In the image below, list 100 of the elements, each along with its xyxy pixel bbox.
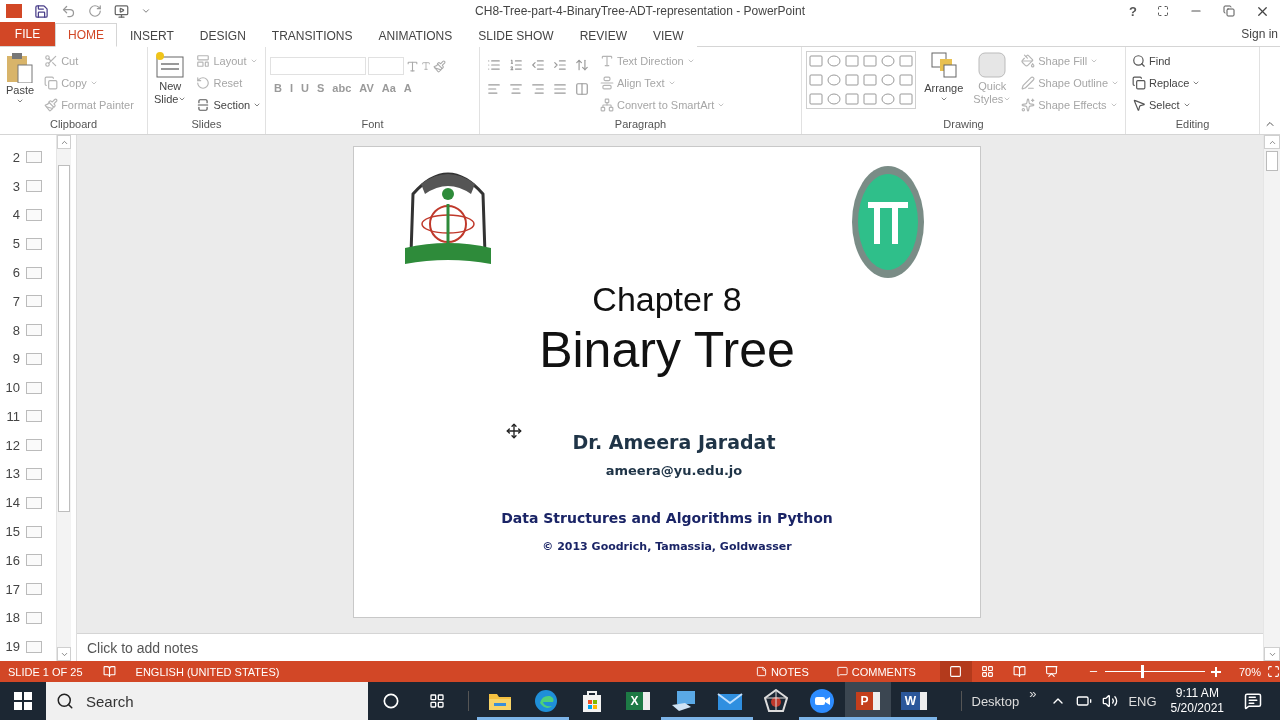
font-name-field[interactable] [270,57,366,75]
format-button[interactable]: Aa [377,81,400,95]
format-button[interactable]: A [399,81,416,95]
toolbar-chevron[interactable]: » [1029,686,1037,701]
redo-icon [88,4,102,18]
sign-in-link[interactable]: Sign in [1241,27,1280,41]
editing-action[interactable]: Select [1130,95,1203,114]
comments-button[interactable]: COMMENTS [832,665,920,678]
taskbar-app[interactable]: X [615,682,661,720]
format-button[interactable]: S [312,81,329,95]
shape-icon [827,92,842,105]
slide-thumbnail[interactable] [26,439,42,452]
shape-icon [881,92,896,105]
scrollbar-thumb[interactable] [58,165,70,512]
slide-thumbnail[interactable] [26,496,42,509]
input-language[interactable]: ENG [1128,693,1157,709]
quick-styles-button[interactable]: Quick Styles [971,51,1014,105]
clock[interactable]: 9:11 AM 5/20/2021 [1170,686,1224,716]
slide-thumbnail[interactable] [26,554,42,567]
taskbar-app[interactable]: P [845,682,891,720]
slide-thumbnail[interactable] [26,611,42,624]
speaker-icon [1102,693,1119,709]
web-icon [764,688,788,713]
shape-icon [863,92,878,105]
slide-thumbnail[interactable] [26,180,42,193]
zoom-level[interactable]: 70% [1238,665,1261,678]
slide-thumbnail[interactable] [26,410,42,423]
slide-thumbnail[interactable] [26,583,42,596]
app-logo-icon [6,4,22,18]
taskbar-app[interactable]: W [891,682,937,720]
format-button[interactable]: U [297,81,313,95]
slide-thumbnail[interactable] [26,640,42,653]
slides-action[interactable]: Section [194,95,264,114]
normal-view-button[interactable] [939,661,972,682]
scroll-up-button[interactable] [57,135,71,149]
desktop-toolbar[interactable]: Desktop [971,693,1020,709]
help-button[interactable]: ? [1129,3,1137,19]
slide-number: 14 [4,495,20,511]
slide[interactable]: Chapter 8 Binary Tree Dr. Ameera Jaradat ameera@yu.edu.jo Data Structures and Algorithms in Python © 2013 Goodrich, Tamassia, Goldwasser [353,146,981,618]
slide-thumbnail[interactable] [26,151,42,164]
group-label: Font [360,118,385,132]
task-view-icon [429,692,445,709]
caret-icon [1003,95,1012,103]
zoom-in-icon [1210,666,1221,677]
caret-icon [178,95,187,103]
format-button[interactable]: abc [328,81,356,95]
battery-icon [1076,693,1093,709]
slide-thumbnail[interactable] [26,237,42,250]
text-direction-icon [600,53,614,68]
slide-thumbnail[interactable] [26,266,42,279]
computer-icon [671,689,697,712]
paintbrush-icon [44,97,59,112]
ribbon-tab[interactable]: HOME [55,23,117,47]
slide-thumbnail[interactable] [26,468,42,480]
format-button[interactable]: AV [355,81,378,95]
slide-thumbnail[interactable] [26,381,42,394]
slide-thumbnail[interactable] [26,352,42,365]
slide-number: 7 [11,293,20,309]
notes-button[interactable]: NOTES [751,665,813,678]
new-slide-icon [155,51,186,79]
new-slide-button[interactable]: New Slide [152,51,189,105]
book-icon [1013,665,1027,678]
scissors-icon [44,53,59,68]
slide-thumbnail[interactable] [26,324,42,337]
align-text-icon [600,75,614,90]
language-indicator[interactable]: ENGLISH (UNITED STATES) [135,665,280,678]
pointer-icon [1132,97,1146,112]
group-label: Editing [1174,118,1211,132]
zoom-thumb[interactable] [1140,665,1144,678]
search-icon [56,692,74,710]
editing-action[interactable]: Find [1130,51,1203,70]
shapes-gallery[interactable] [806,51,917,109]
format-button[interactable]: B [270,81,286,95]
slide-thumbnail[interactable] [26,208,42,221]
file-tab[interactable]: FILE [0,22,55,46]
arrange-icon [929,51,958,81]
shape-icon [899,92,914,105]
slide-heading: Binary Tree [539,321,795,379]
arrange-button[interactable]: Arrange [922,51,966,103]
search-field[interactable]: Search [46,682,368,720]
mail-icon [717,690,743,711]
group-label: Paragraph [613,118,668,132]
scroll-down-button[interactable] [57,647,71,661]
scrollbar-thumb[interactable] [1266,151,1278,171]
shape-icon [863,55,878,68]
slide-thumbnail[interactable] [26,295,42,308]
caret-icon [141,6,151,16]
slide-number: 3 [11,178,20,194]
group-label: Drawing [942,118,985,132]
format-button[interactable]: I [285,81,297,95]
slide-number: 8 [11,322,20,338]
spellcheck-icon [102,665,116,678]
slide-thumbnail[interactable] [26,525,42,538]
slide-number: 2 [11,149,20,165]
notes-pane[interactable]: Click to add notes [77,633,1263,661]
paste-button[interactable]: Paste [4,51,37,105]
editing-action[interactable]: Replace [1130,73,1203,92]
scroll-down-button[interactable] [1264,647,1280,661]
scroll-up-button[interactable] [1264,135,1280,149]
font-size-field[interactable] [368,57,404,75]
